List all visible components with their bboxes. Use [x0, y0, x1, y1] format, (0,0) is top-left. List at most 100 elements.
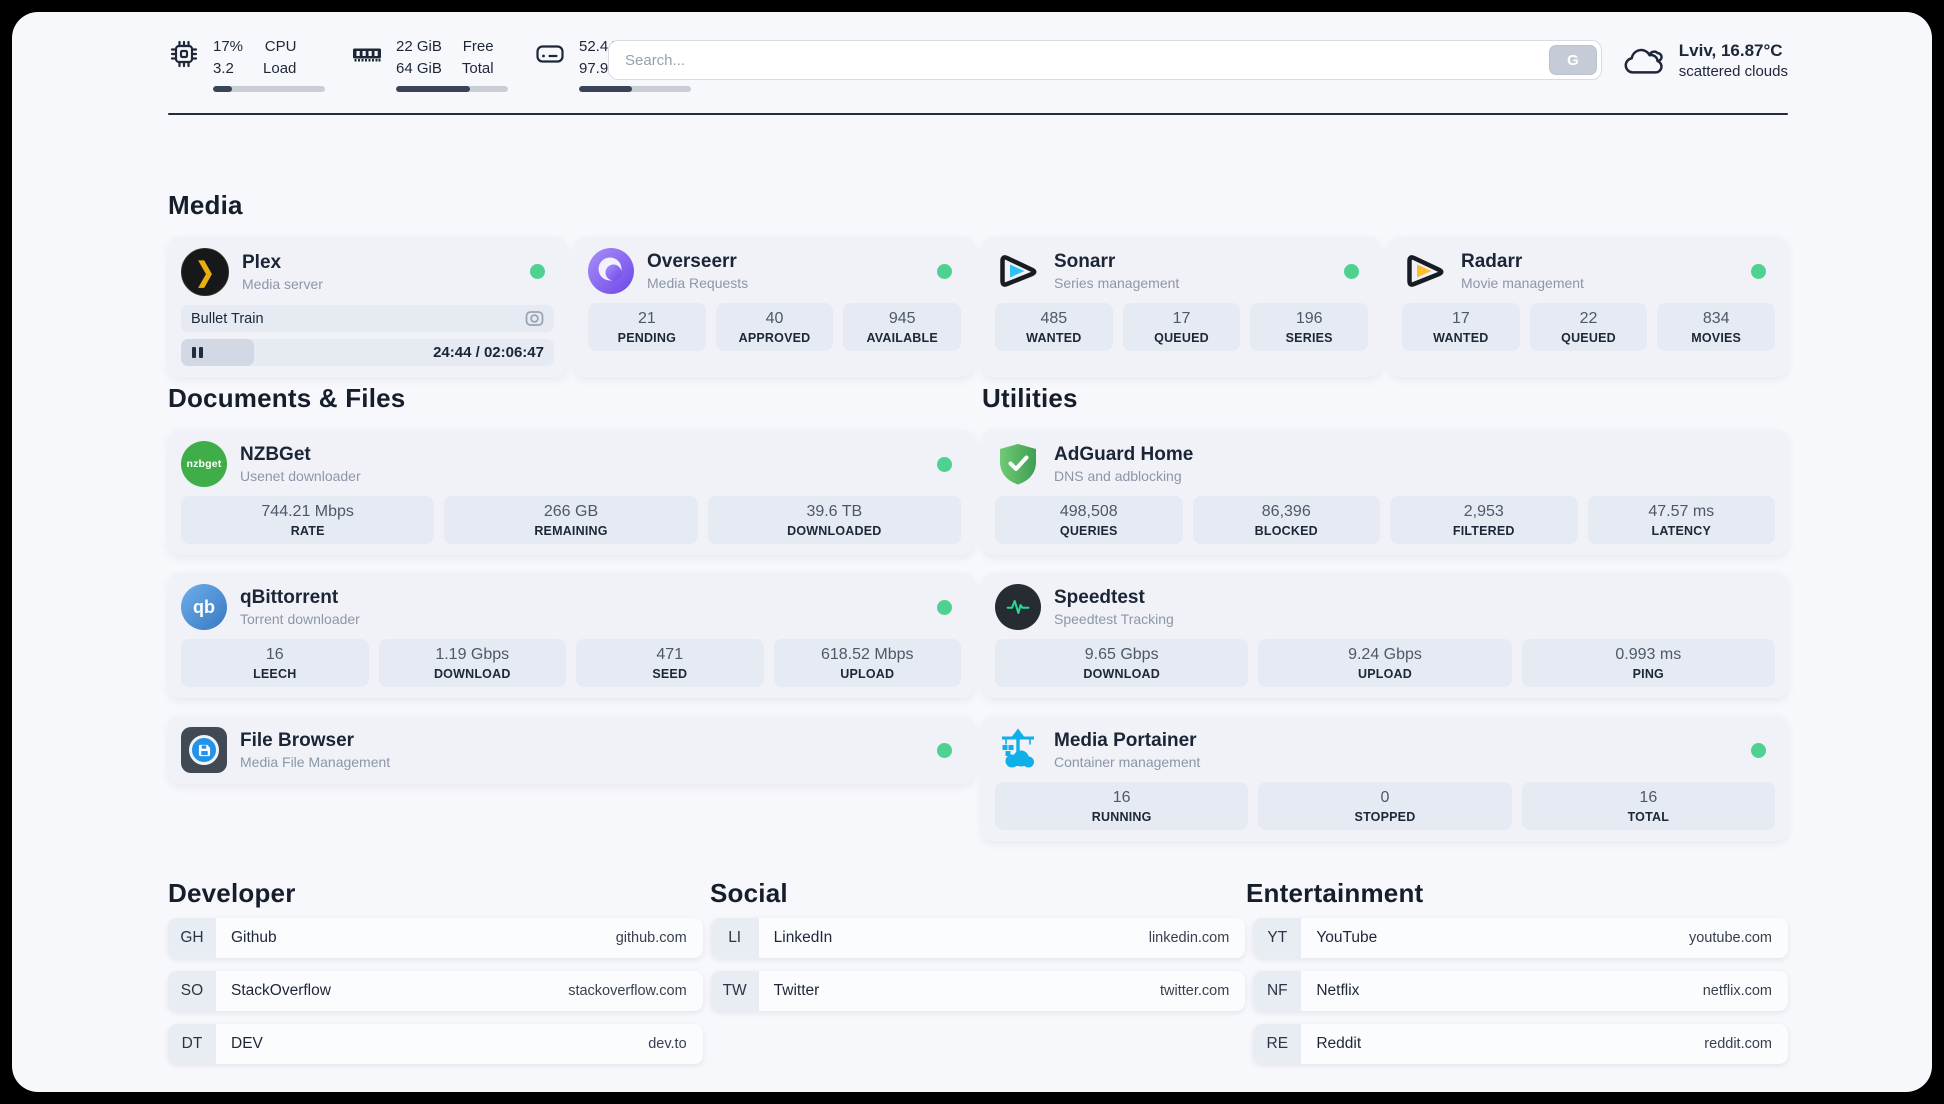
- bookmark-tag: DT: [168, 1024, 216, 1064]
- filebrowser-card[interactable]: File Browser Media File Management: [168, 716, 974, 784]
- bookmark-tag: GH: [168, 918, 216, 958]
- bookmark-reddit[interactable]: RE Reddit reddit.com: [1253, 1024, 1788, 1064]
- stat-download: 9.65 Gbps DOWNLOAD: [995, 639, 1249, 687]
- status-dot: [937, 264, 952, 279]
- service-title: AdGuard Home: [1054, 443, 1194, 465]
- bookmark-url: linkedin.com: [1148, 930, 1230, 946]
- radarr-icon: [1407, 255, 1444, 287]
- section-heading-media: Media: [168, 190, 243, 220]
- portainer-card[interactable]: Media Portainer Container management 16 R…: [982, 716, 1788, 841]
- search-bar: G: [608, 40, 1602, 80]
- stat-queued: 17 QUEUED: [1122, 303, 1241, 351]
- sonarr-card[interactable]: Sonarr Series management 485 WANTED 17 QUE…: [982, 237, 1381, 377]
- pause-icon: [192, 347, 203, 358]
- section-heading-developer: Developer: [168, 878, 296, 908]
- stat-ping: 0.993 ms PING: [1521, 639, 1775, 687]
- ram-total-value: 64 GiB: [396, 59, 442, 77]
- bookmark-github[interactable]: GH Github github.com: [168, 918, 703, 958]
- entertainment-bookmarks: YT YouTube youtube.com NF Netflix netfli…: [1253, 918, 1788, 1064]
- cpu-load-label: Load: [263, 59, 297, 77]
- bookmark-name: Github: [231, 929, 277, 946]
- section-heading-utilities: Utilities: [982, 383, 1078, 413]
- bookmark-tag: YT: [1253, 918, 1302, 958]
- qbittorrent-icon: qb: [181, 584, 227, 630]
- ram-stat: 22 GiB 64 GiB Free Total: [349, 36, 508, 92]
- status-dot: [530, 264, 545, 279]
- ram-progress-bar: [396, 85, 508, 92]
- stat-queued: 22 QUEUED: [1529, 303, 1648, 351]
- stat-movies: 834 MOVIES: [1657, 303, 1776, 351]
- bookmark-name: Twitter: [773, 982, 820, 999]
- stat-approved: 40 APPROVED: [715, 303, 834, 351]
- service-subtitle: Torrent downloader: [240, 611, 360, 628]
- stat-series: 196 SERIES: [1250, 303, 1369, 351]
- status-dot: [1751, 743, 1766, 758]
- overseerr-icon: [588, 248, 634, 294]
- media-preview-icon[interactable]: [525, 309, 544, 328]
- bookmark-stackoverflow[interactable]: SO StackOverflow stackoverflow.com: [168, 971, 703, 1011]
- section-heading-entertainment: Entertainment: [1246, 878, 1424, 908]
- service-title: Radarr: [1461, 250, 1523, 272]
- overseerr-card[interactable]: Overseerr Media Requests 21 PENDING 40 APP…: [575, 237, 974, 377]
- cpu-usage-value: 17%: [213, 38, 244, 55]
- bookmark-youtube[interactable]: YT YouTube youtube.com: [1253, 918, 1788, 958]
- service-subtitle: Container management: [1054, 754, 1201, 771]
- stat-blocked: 86,396 BLOCKED: [1192, 496, 1380, 544]
- qbittorrent-card[interactable]: qb qBittorrent Torrent downloader 16 LEEC…: [168, 573, 974, 698]
- speedtest-card[interactable]: Speedtest Speedtest Tracking 9.65 Gbps DO…: [982, 573, 1788, 698]
- bookmark-url: twitter.com: [1160, 983, 1230, 999]
- ram-total-label: Total: [461, 59, 494, 77]
- bookmark-tag: RE: [1253, 1024, 1302, 1064]
- stat-total: 16 TOTAL: [1521, 782, 1775, 830]
- service-title: File Browser: [240, 729, 355, 751]
- bookmark-linkedin[interactable]: LI LinkedIn linkedin.com: [710, 918, 1246, 958]
- header-divider: [168, 113, 1788, 115]
- bookmark-netflix[interactable]: NF Netflix netflix.com: [1253, 971, 1788, 1011]
- disk-progress-bar: [579, 85, 691, 92]
- ram-free-label: Free: [462, 38, 494, 55]
- stat-wanted: 17 WANTED: [1402, 303, 1520, 351]
- stat-running: 16 RUNNING: [995, 782, 1249, 830]
- status-dot: [937, 600, 952, 615]
- documents-column: nzbget NZBGet Usenet downloader 744.21 M…: [168, 430, 974, 802]
- google-search-button[interactable]: G: [1549, 45, 1597, 75]
- dashboard-page: 17% 3.2 CPU Load 22 GiB 64 GiB Free Tota…: [12, 12, 1932, 1092]
- service-subtitle: Usenet downloader: [240, 468, 361, 485]
- nzbget-card[interactable]: nzbget NZBGet Usenet downloader 744.21 M…: [168, 430, 974, 555]
- radarr-card[interactable]: Radarr Movie management 17 WANTED 22 QUEUE…: [1389, 237, 1788, 377]
- bookmark-name: DEV: [231, 1035, 263, 1052]
- weather-location-temp: Lviv, 16.87°C: [1678, 41, 1783, 60]
- bookmark-tag: NF: [1253, 971, 1302, 1011]
- stat-available: 945 AVAILABLE: [843, 303, 962, 351]
- bookmark-dev[interactable]: DT DEV dev.to: [168, 1024, 703, 1064]
- stat-downloaded: 39.6 TB DOWNLOADED: [707, 496, 961, 544]
- bookmark-name: LinkedIn: [773, 929, 833, 946]
- bookmark-name: StackOverflow: [231, 982, 331, 999]
- bookmark-url: github.com: [615, 930, 687, 946]
- filebrowser-icon: [181, 727, 227, 773]
- playback-time: 24:44 / 02:06:47: [433, 344, 544, 361]
- bookmark-twitter[interactable]: TW Twitter twitter.com: [710, 971, 1246, 1011]
- cpu-icon: [170, 40, 198, 68]
- bookmark-url: netflix.com: [1702, 983, 1772, 999]
- stat-leech: 16 LEECH: [181, 639, 369, 687]
- stat-stopped: 0 STOPPED: [1258, 782, 1512, 830]
- media-card-row: ❯ Plex Media server Bullet Train 24:44 /…: [168, 237, 1788, 377]
- bookmark-url: youtube.com: [1688, 930, 1772, 946]
- weather-widget: Lviv, 16.87°C scattered clouds: [1621, 40, 1788, 82]
- portainer-icon: [1002, 728, 1034, 768]
- stat-download: 1.19 Gbps DOWNLOAD: [378, 639, 566, 687]
- stat-wanted: 485 WANTED: [995, 303, 1113, 351]
- floppy-icon: [198, 744, 210, 756]
- stat-remaining: 266 GB REMAINING: [444, 496, 698, 544]
- adguard-card[interactable]: AdGuard Home DNS and adblocking 498,508 Q…: [982, 430, 1788, 555]
- stat-rate: 744.21 Mbps RATE: [181, 496, 435, 544]
- stat-upload: 618.52 Mbps UPLOAD: [773, 639, 961, 687]
- cpu-label: CPU: [264, 38, 297, 55]
- status-dot: [1751, 264, 1766, 279]
- plex-card[interactable]: ❯ Plex Media server Bullet Train 24:44 /…: [168, 237, 567, 377]
- service-subtitle: Media server: [242, 276, 323, 293]
- adguard-icon: [1000, 444, 1036, 485]
- service-subtitle: Movie management: [1461, 275, 1584, 292]
- search-input[interactable]: [608, 40, 1602, 80]
